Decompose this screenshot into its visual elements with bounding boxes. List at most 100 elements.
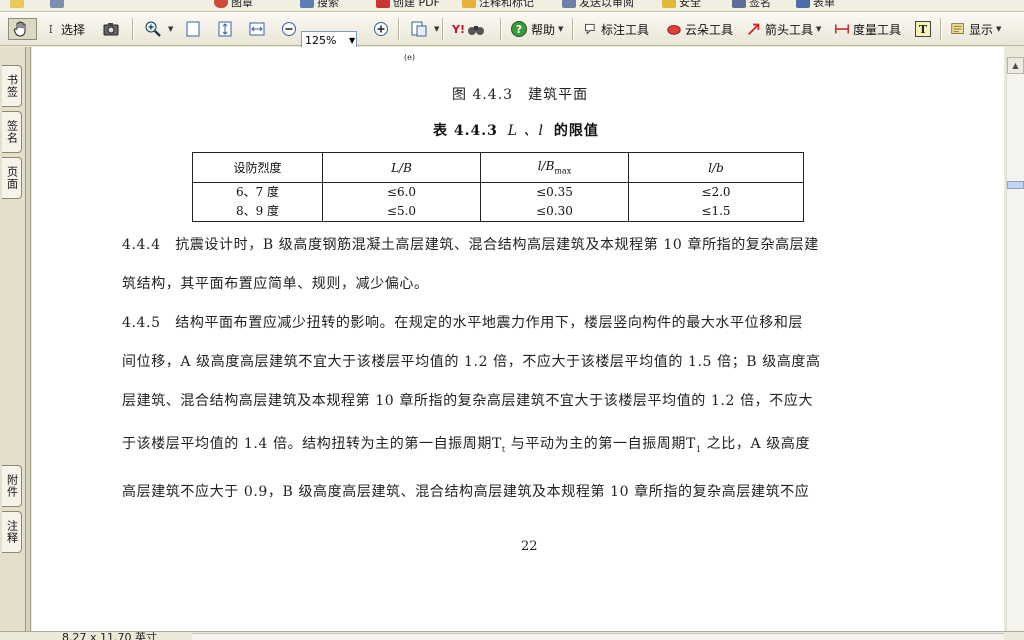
horizontal-scrollbar[interactable]	[192, 633, 1004, 640]
paragraph-line: 于该楼层平均值的 1.4 倍。结构扭转为主的第一自振周期Tt 与平动为主的第一自…	[122, 436, 811, 454]
table-header-cell: l/b	[628, 152, 804, 183]
cloud-icon	[667, 25, 681, 35]
folder-icon-top[interactable]	[10, 0, 27, 10]
paragraph-line: 筑结构，其平面布置应简单、规则，减少偏心。	[122, 276, 429, 292]
figure-sub-label: (e)	[404, 53, 415, 62]
stamp-button[interactable]: 图章	[214, 0, 253, 10]
chevron-down-icon[interactable]: ▼	[168, 25, 173, 33]
cloud-tool-label: 云朵工具	[685, 22, 734, 37]
fit-height-icon	[218, 21, 232, 37]
table-header-cell: L/B	[322, 152, 481, 183]
sign-button[interactable]: 签名	[732, 0, 771, 10]
binoculars-icon	[467, 26, 484, 35]
table-header-cell: 设防烈度	[192, 152, 323, 183]
page-layout-button[interactable]: ▼	[406, 18, 443, 40]
text-cursor-icon	[49, 25, 52, 33]
yahoo-logo-label: Y!	[452, 22, 465, 36]
navigation-panel: 书签 签名 页面 附件 注释	[0, 47, 26, 640]
arrow-up-icon: ▲	[1012, 61, 1019, 70]
figure-caption: 图 4.4.3 建筑平面	[452, 87, 589, 103]
nav-tab-signatures[interactable]: 签名	[2, 111, 22, 153]
zoom-level-value: 125%	[305, 34, 337, 47]
page-icon	[186, 21, 200, 37]
plus-circle-icon	[374, 22, 388, 36]
document-page: (e) 图 4.4.3 建筑平面 表 4.4.3 L 、l 的限值 设防烈度 L…	[32, 47, 1004, 631]
table-header-cell: l/Bmax	[480, 152, 629, 183]
table-cell: ≤6.0 ≤5.0	[322, 182, 481, 222]
search-button[interactable]: 搜索	[300, 0, 339, 10]
paragraph-line: 间位移，A 级高度高层建筑不宜大于该楼层平均值的 1.2 倍，不应大于该楼层平均…	[122, 354, 821, 370]
table-caption: 表 4.4.3 L 、l 的限值	[433, 123, 599, 139]
security-button[interactable]: 安全	[662, 0, 701, 10]
arrow-tool-label: 箭头工具	[765, 22, 814, 37]
arrow-icon	[748, 23, 760, 35]
chevron-down-icon[interactable]: ▼	[816, 25, 821, 33]
zoom-dropdown-chevron-icon[interactable]: ▼	[349, 36, 355, 45]
ruler-icon	[835, 24, 849, 34]
select-tool-label: 选择	[61, 22, 86, 37]
table-cell: ≤0.35 ≤0.30	[480, 182, 629, 222]
hand-icon	[13, 21, 26, 37]
display-icon	[951, 23, 964, 34]
nav-tab-attachments[interactable]: 附件	[2, 465, 22, 507]
paragraph-line: 4.4.5 结构平面布置应减少扭转的影响。在规定的水平地震力作用下，楼层竖向构件…	[122, 315, 804, 331]
camera-icon	[103, 23, 119, 36]
help-button[interactable]: ? 帮助 ▼	[506, 18, 567, 40]
comment-markup-button[interactable]: 注释和标记	[462, 0, 534, 10]
display-label: 显示	[969, 22, 994, 37]
minus-circle-icon	[282, 22, 296, 36]
forms-button[interactable]: 表单	[796, 0, 835, 10]
select-tool-button[interactable]: 选择	[44, 18, 89, 40]
table-row: 6、7 度 8、9 度 ≤6.0 ≤5.0 ≤0.35 ≤0.30 ≤2.0 ≤1.5	[192, 182, 804, 222]
markup-tool-button[interactable]: 标注工具	[580, 18, 653, 40]
table-cell: 6、7 度 8、9 度	[192, 182, 323, 222]
magnifier-icon	[145, 21, 161, 37]
measure-tool-button[interactable]: 度量工具	[830, 18, 905, 40]
table-header-row: 设防烈度 L/B l/Bmax l/b	[192, 152, 804, 183]
fit-width-button[interactable]	[244, 18, 273, 40]
help-icon: ?	[511, 21, 527, 37]
main-toolbar: 选择 ▼ 125% ▼ ▼ Y! ? 帮助 ▼ 标注工具 云朵工具 箭头工具 ▼…	[0, 12, 1024, 50]
actual-size-button[interactable]	[180, 18, 209, 40]
nav-tab-bookmarks[interactable]: 书签	[2, 65, 22, 107]
nav-tab-pages[interactable]: 页面	[2, 157, 22, 199]
svg-text:T: T	[919, 23, 928, 36]
callout-icon	[585, 23, 595, 35]
paragraph-line: 高层建筑不应大于 0.9，B 级高度高层建筑、混合结构高层建筑及本规程第 10 …	[122, 484, 810, 500]
help-label: 帮助	[531, 22, 556, 37]
paragraph-line: 层建筑、混合结构高层建筑及本规程第 10 章所指的复杂高层建筑不宜大于该楼层平均…	[122, 393, 814, 409]
markup-tool-label: 标注工具	[601, 22, 650, 37]
chevron-down-icon[interactable]: ▼	[558, 25, 563, 33]
scroll-thumb[interactable]	[1007, 181, 1024, 189]
display-button[interactable]: 显示 ▼	[946, 18, 1005, 40]
hand-tool-button[interactable]	[8, 18, 37, 40]
panel-splitter[interactable]	[26, 47, 31, 640]
save-icon-top[interactable]	[50, 0, 67, 10]
arrow-tool-button[interactable]: 箭头工具 ▼	[742, 18, 825, 40]
limits-table: 设防烈度 L/B l/Bmax l/b 6、7 度 8、9 度 ≤6.0 ≤5.0 …	[192, 152, 804, 222]
snapshot-button[interactable]	[98, 18, 127, 40]
measure-tool-label: 度量工具	[853, 22, 902, 37]
chevron-down-icon[interactable]: ▼	[996, 25, 1001, 33]
text-box-tool-button[interactable]: T	[910, 18, 939, 40]
table-cell: ≤2.0 ≤1.5	[628, 182, 804, 222]
scroll-up-button[interactable]: ▲	[1007, 57, 1024, 74]
cloud-tool-button[interactable]: 云朵工具	[662, 18, 737, 40]
svg-text:?: ?	[516, 23, 522, 36]
send-review-button[interactable]: 发送以审阅	[562, 0, 634, 10]
text-box-icon: T	[915, 21, 931, 37]
yahoo-toolbar-button[interactable]: Y!	[448, 18, 492, 40]
chevron-down-icon[interactable]: ▼	[434, 25, 439, 33]
vertical-scrollbar[interactable]: ▲	[1006, 57, 1024, 632]
create-pdf-button[interactable]: 创建 PDF	[376, 0, 440, 10]
zoom-in-button[interactable]	[368, 18, 397, 40]
nav-tab-comments[interactable]: 注释	[2, 511, 22, 553]
fit-page-button[interactable]	[212, 18, 241, 40]
menu-toolbar-row: 图章 搜索 创建 PDF 注释和标记 发送以审阅 安全 签名 表单	[0, 0, 1024, 12]
page-layout-icon	[411, 21, 427, 37]
paragraph-line: 4.4.4 抗震设计时，B 级高度钢筋混凝土高层建筑、混合结构高层建筑及本规程第…	[122, 237, 819, 253]
page-number: 22	[521, 539, 538, 554]
zoom-in-tool-button[interactable]: ▼	[140, 18, 177, 40]
page-size-readout: 8.27 x 11.70 英寸	[62, 631, 157, 640]
fit-width-icon	[249, 22, 265, 36]
